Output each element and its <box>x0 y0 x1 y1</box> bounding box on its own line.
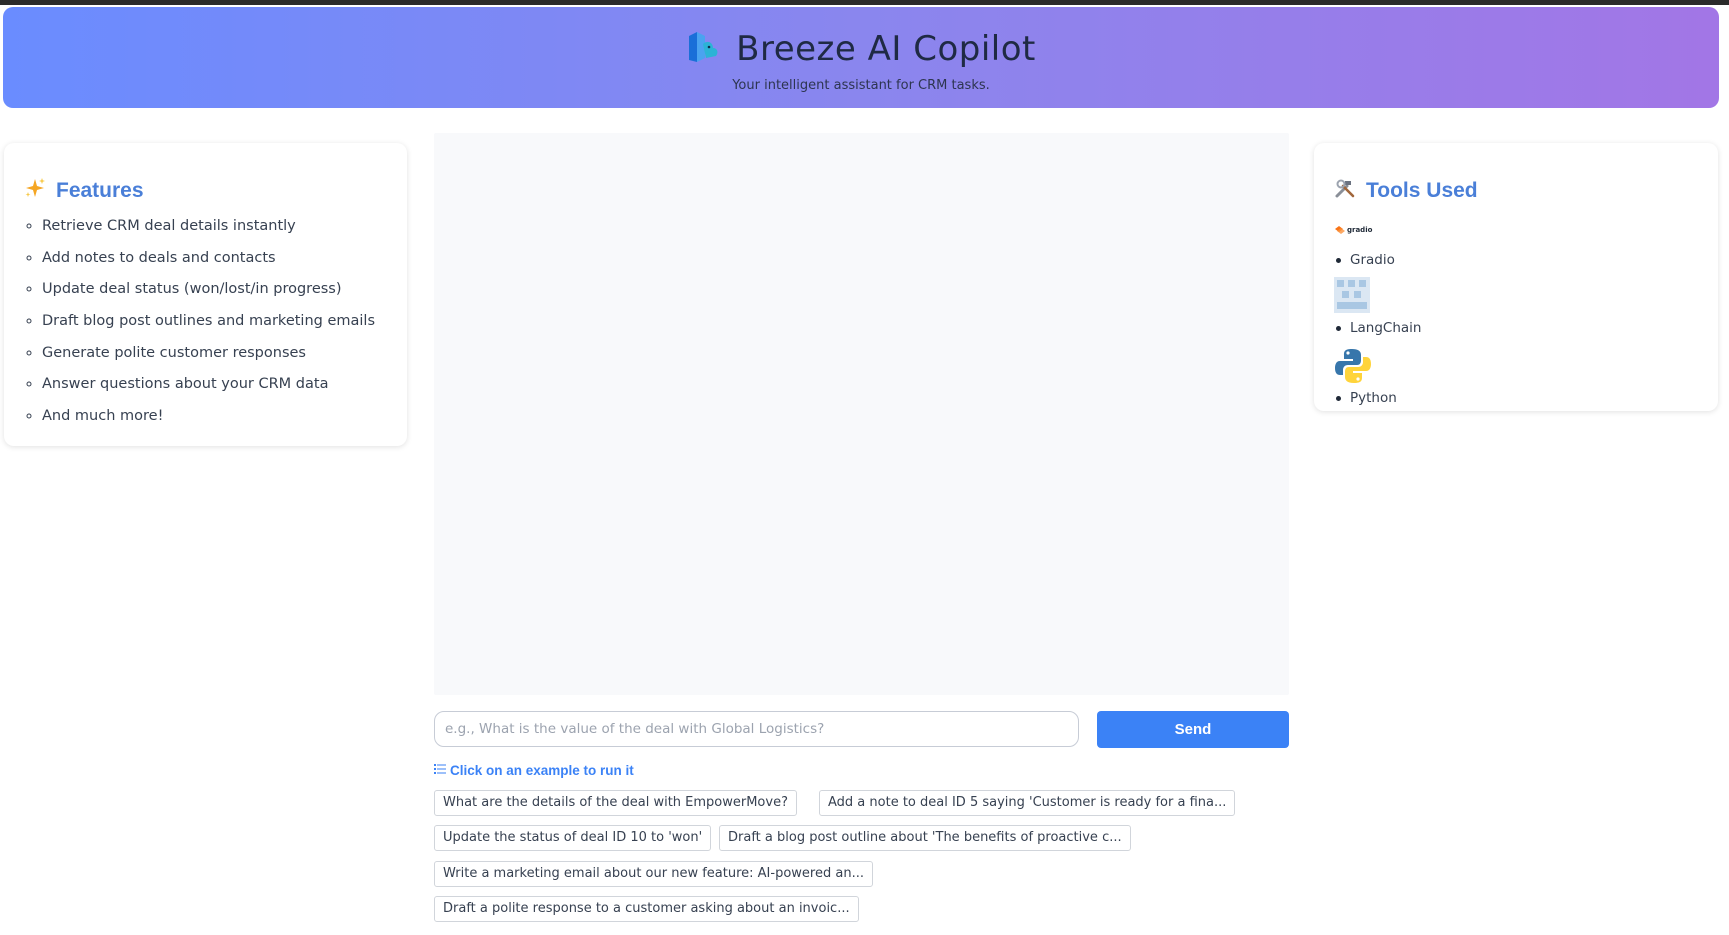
tool-name-langchain: LangChain <box>1334 319 1421 341</box>
app-subtitle: Your intelligent assistant for CRM tasks… <box>732 78 990 93</box>
examples-label: Click on an example to run it <box>434 763 634 778</box>
feature-item: Retrieve CRM deal details instantly <box>42 214 375 246</box>
app-title: Breeze AI Copilot <box>736 29 1036 69</box>
gradio-logo-icon: gradio <box>1334 223 1421 239</box>
title-row: Breeze AI Copilot <box>3 29 1719 69</box>
svg-text:gradio: gradio <box>1347 226 1373 234</box>
tool-item-langchain: LangChain <box>1334 277 1421 341</box>
examples-label-text: Click on an example to run it <box>450 763 634 778</box>
features-card: Features Retrieve CRM deal details insta… <box>4 143 407 446</box>
app-header: Breeze AI Copilot Your intelligent assis… <box>3 7 1719 108</box>
features-heading-text: Features <box>56 179 144 202</box>
example-button[interactable]: Draft a polite response to a customer as… <box>434 896 859 922</box>
example-button[interactable]: What are the details of the deal with Em… <box>434 790 797 816</box>
sparkles-icon <box>24 177 46 205</box>
window-top-border <box>0 0 1729 5</box>
tools-card: Tools Used gradio Gradio LangChain Pytho… <box>1314 143 1718 411</box>
feature-item: Add notes to deals and contacts <box>42 246 375 278</box>
example-button[interactable]: Write a marketing email about our new fe… <box>434 861 873 887</box>
hammer-wrench-icon <box>1334 177 1356 205</box>
message-input[interactable] <box>434 711 1079 747</box>
python-logo-icon <box>1334 347 1421 389</box>
langchain-logo-icon <box>1334 277 1421 317</box>
feature-item: Generate polite customer responses <box>42 341 375 373</box>
feature-item: Update deal status (won/lost/in progress… <box>42 277 375 309</box>
breeze-logo-icon <box>686 30 722 68</box>
example-button[interactable]: Update the status of deal ID 10 to 'won' <box>434 825 712 851</box>
feature-item: Draft blog post outlines and marketing e… <box>42 309 375 341</box>
example-button[interactable]: Add a note to deal ID 5 saying 'Customer… <box>819 790 1236 816</box>
tools-list: gradio Gradio LangChain Python <box>1334 223 1421 411</box>
features-heading: Features <box>24 177 144 205</box>
example-button[interactable]: Draft a blog post outline about 'The ben… <box>719 825 1131 851</box>
feature-item: Answer questions about your CRM data <box>42 372 375 404</box>
chatbot-area[interactable] <box>434 133 1289 695</box>
list-icon <box>434 763 446 778</box>
feature-item: And much more! <box>42 404 375 436</box>
features-list: Retrieve CRM deal details instantly Add … <box>22 214 375 436</box>
tool-name-gradio: Gradio <box>1334 251 1421 273</box>
send-button[interactable]: Send <box>1097 711 1289 748</box>
tool-item-python: Python <box>1334 347 1421 411</box>
tool-item-gradio: gradio Gradio <box>1334 223 1421 273</box>
tools-heading-text: Tools Used <box>1366 179 1478 202</box>
tools-heading: Tools Used <box>1334 177 1478 205</box>
tool-name-python: Python <box>1334 389 1421 411</box>
